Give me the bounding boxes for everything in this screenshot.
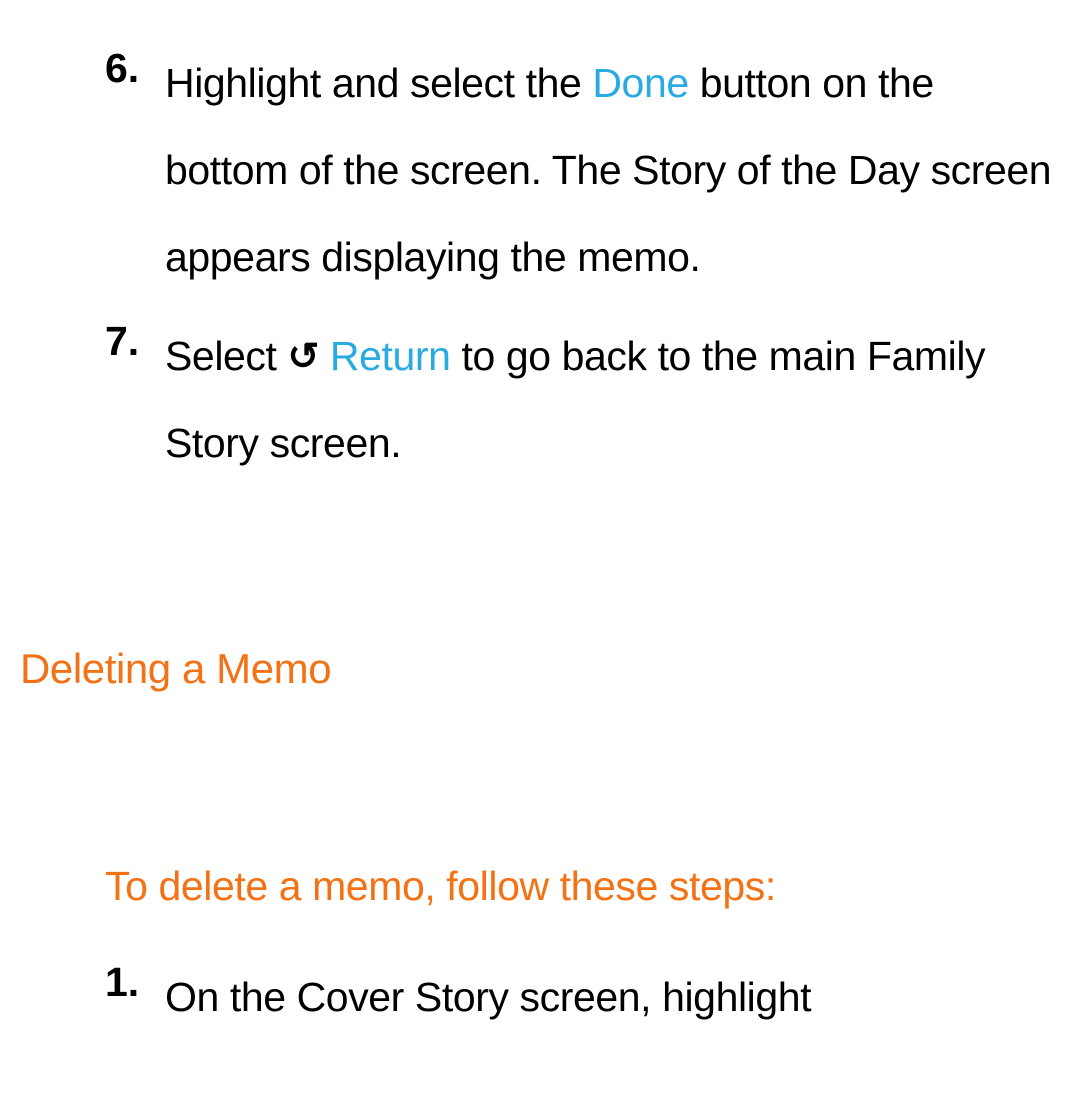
- step-text: Highlight and select the Done button on …: [165, 40, 1060, 301]
- return-label: Return: [330, 333, 451, 379]
- done-label: Done: [592, 60, 688, 106]
- step-text: Select ↺ Return to go back to the main F…: [165, 313, 1060, 487]
- step-item-6: 6. Highlight and select the Done button …: [105, 40, 1060, 301]
- step-item-7: 7. Select ↺ Return to go back to the mai…: [105, 313, 1060, 487]
- return-icon: ↺: [287, 338, 318, 376]
- step-number: 6.: [105, 40, 165, 301]
- step-number: 7.: [105, 313, 165, 487]
- sub-heading-delete-steps: To delete a memo, follow these steps:: [105, 863, 1060, 910]
- step-list-upper: 6. Highlight and select the Done button …: [105, 40, 1060, 487]
- step-text: On the Cover Story screen, highlight: [165, 954, 811, 1041]
- step-item-1: 1. On the Cover Story screen, highlight: [105, 954, 1060, 1041]
- step-number: 1.: [105, 954, 165, 1041]
- section-heading-deleting-memo: Deleting a Memo: [20, 645, 1060, 693]
- step-list-lower: 1. On the Cover Story screen, highlight: [105, 954, 1060, 1041]
